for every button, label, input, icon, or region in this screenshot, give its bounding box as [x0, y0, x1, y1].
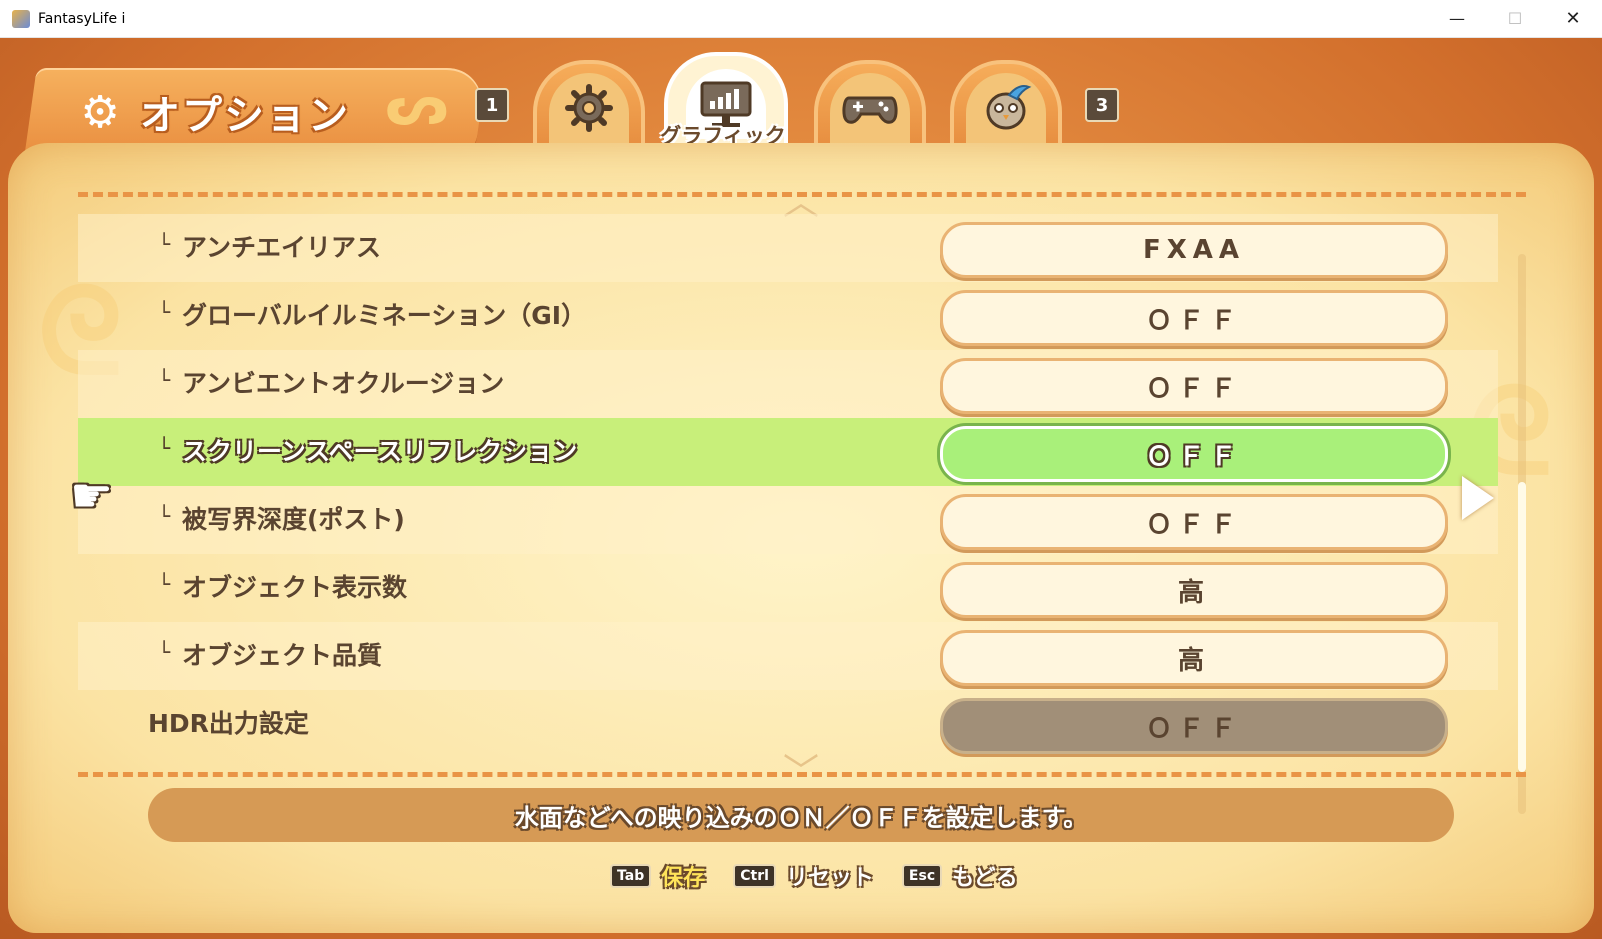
minimize-button[interactable]: — [1428, 0, 1486, 37]
option-row[interactable]: └ オブジェクト表示数 高 [78, 554, 1498, 622]
hand-pointer-icon: ☛ [70, 468, 114, 524]
app-icon [12, 9, 30, 28]
scrollbar[interactable] [1518, 254, 1526, 814]
gamepad-icon [842, 96, 898, 124]
back-button[interactable]: もどる [952, 860, 1018, 892]
option-label: オブジェクト表示数 [182, 573, 408, 602]
scrollbar-thumb[interactable] [1518, 482, 1526, 772]
option-row[interactable]: └ アンビエントオクルージョン ＯＦＦ [78, 350, 1498, 418]
esc-key[interactable]: Esc [901, 864, 943, 888]
next-value-arrow-icon[interactable] [1462, 476, 1494, 520]
tab-prev-key[interactable]: 1 [475, 88, 509, 122]
option-label: 被写界深度(ポスト) [182, 505, 405, 534]
wing-emblem-icon: ᔕ [385, 73, 449, 138]
option-row-selected[interactable]: └ スクリーンスペースリフレクション ＯＦＦ [78, 418, 1498, 486]
branch-icon: └ [158, 232, 171, 256]
tab-controller[interactable] [814, 60, 926, 152]
game-viewport: ⚙ オプション ᔕ 1 グラフィック 3 ᘓ ᘓ ︿ └ アンチエイリアス FX… [0, 38, 1602, 939]
window-titlebar: FantasyLife i — ☐ ✕ [0, 0, 1602, 38]
option-row[interactable]: └ アンチエイリアス FXAA [78, 214, 1498, 282]
option-value-button[interactable]: 高 [940, 562, 1448, 618]
option-value-button[interactable]: ＯＦＦ [940, 290, 1448, 346]
save-button[interactable]: 保存 [661, 860, 705, 892]
ctrl-key[interactable]: Ctrl [733, 864, 776, 888]
branch-icon: └ [158, 300, 171, 324]
option-label: アンチエイリアス [182, 233, 382, 262]
window-title: FantasyLife i [38, 10, 126, 27]
option-value-button[interactable]: ＯＦＦ [940, 426, 1448, 482]
option-value-button[interactable]: ＯＦＦ [940, 494, 1448, 550]
branch-icon: └ [158, 504, 171, 528]
bird-character-icon [986, 85, 1032, 130]
reset-button[interactable]: リセット [786, 860, 874, 892]
option-value-button[interactable]: 高 [940, 630, 1448, 686]
page-title: オプション [140, 93, 350, 139]
option-value-button[interactable]: FXAA [940, 222, 1448, 278]
control-hints: Tab 保存 Ctrl リセット Esc もどる [610, 856, 1036, 896]
tab-general[interactable] [533, 60, 645, 152]
option-label: スクリーンスペースリフレクション [182, 437, 578, 466]
branch-icon: └ [158, 572, 171, 596]
option-label: オブジェクト品質 [182, 641, 383, 670]
option-value-button[interactable]: ＯＦＦ [940, 358, 1448, 414]
branch-icon: └ [158, 368, 171, 392]
description-bar: 水面などへの映り込みのＯＮ／ＯＦＦを設定します。 [148, 788, 1454, 842]
option-row[interactable]: └ オブジェクト品質 高 [78, 622, 1498, 690]
branch-icon: └ [158, 640, 171, 664]
tab-key[interactable]: Tab [610, 864, 652, 888]
gears-icon: ⚙ [80, 87, 120, 138]
option-label: グローバルイルミネーション（GI） [182, 301, 587, 330]
option-label: アンビエントオクルージョン [182, 369, 505, 398]
option-label: HDR出力設定 [148, 709, 309, 738]
option-value-button-disabled[interactable]: ＯＦＦ [940, 698, 1448, 754]
scroll-down-icon[interactable]: ﹀ [773, 752, 829, 793]
tab-character[interactable] [950, 60, 1062, 152]
option-row[interactable]: └ 被写界深度(ポスト) ＯＦＦ [78, 486, 1498, 554]
option-row[interactable]: └ グローバルイルミネーション（GI） ＯＦＦ [78, 282, 1498, 350]
close-button[interactable]: ✕ [1544, 0, 1602, 37]
maximize-button[interactable]: ☐ [1486, 0, 1544, 37]
scroll-up-icon[interactable]: ︿ [773, 182, 829, 223]
gear-icon [565, 84, 613, 132]
branch-icon: └ [158, 436, 171, 460]
tab-next-key[interactable]: 3 [1085, 88, 1119, 122]
